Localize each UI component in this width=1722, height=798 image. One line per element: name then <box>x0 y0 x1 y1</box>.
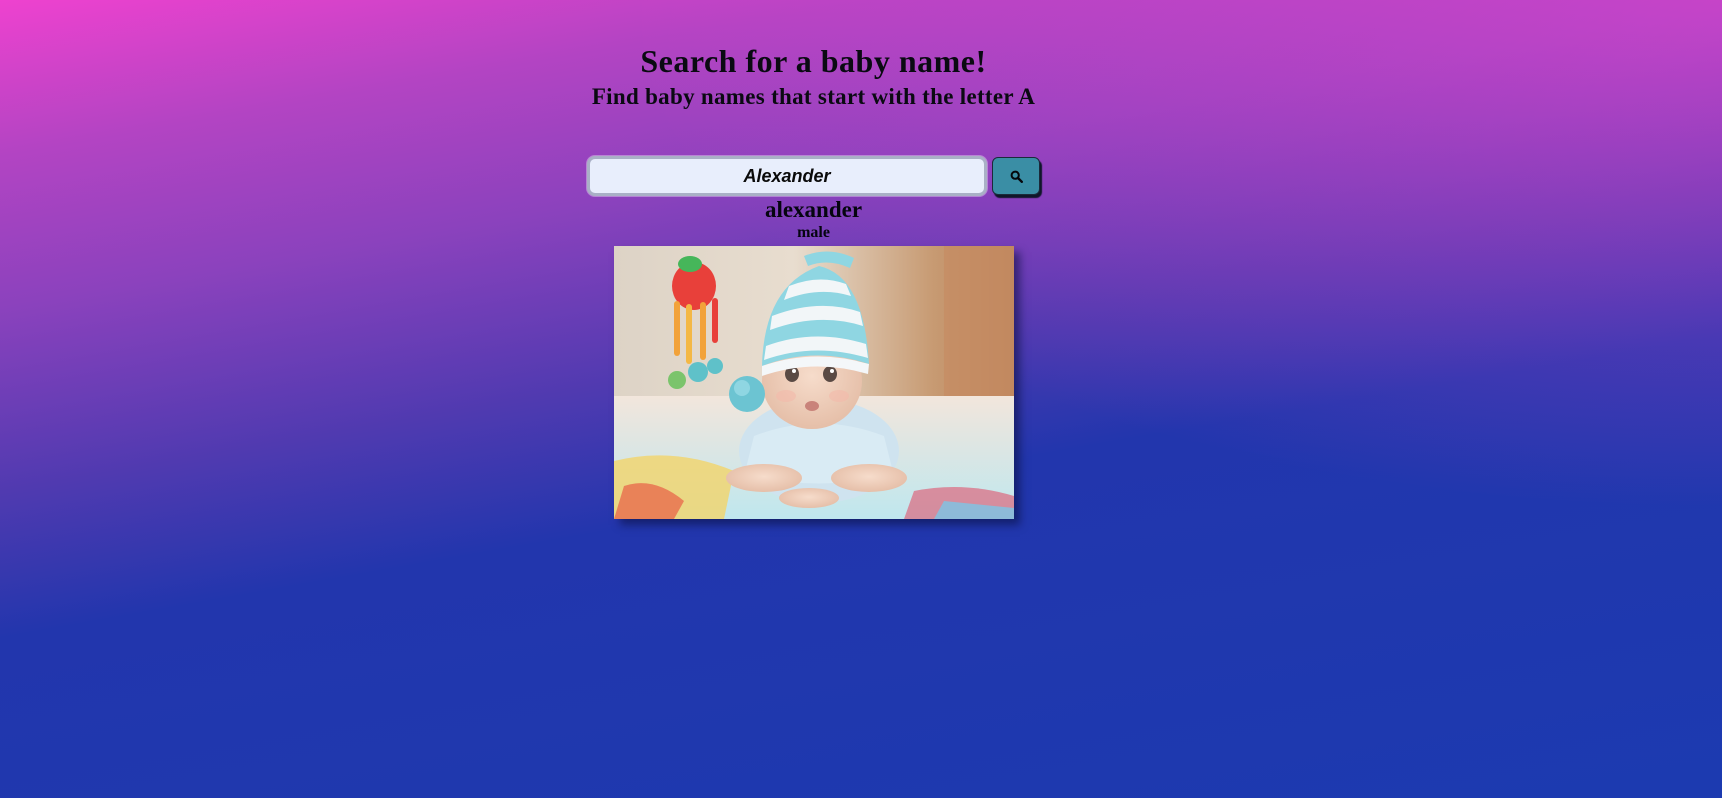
search-icon <box>1010 170 1023 183</box>
result-gender: male <box>797 224 830 241</box>
search-bar <box>587 156 1042 198</box>
result-name: alexander <box>764 197 863 222</box>
baby-photo <box>614 246 1014 519</box>
search-result: alexander male <box>0 196 1627 242</box>
baby-photo-illustration <box>614 246 1014 519</box>
search-button[interactable] <box>992 157 1040 195</box>
page-subtitle: Find baby names that start with the lett… <box>591 84 1036 109</box>
page-header: Search for a baby name! Find baby names … <box>0 38 1627 110</box>
search-input[interactable] <box>587 156 987 196</box>
page-title: Search for a baby name! <box>640 43 987 79</box>
